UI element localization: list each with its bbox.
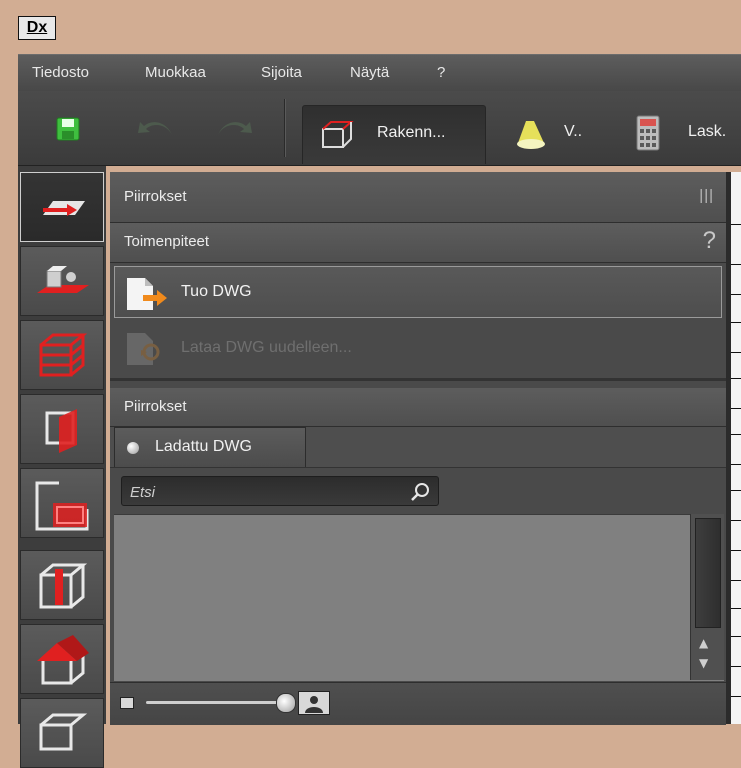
tab-ladattu-dwg[interactable]: Ladattu DWG	[114, 427, 306, 467]
tab-laskenta[interactable]: Lask.	[624, 105, 741, 163]
toolbar: Rakenn... V.. Lask.	[18, 91, 741, 166]
radio-dot-icon	[127, 442, 139, 454]
lamp-icon	[510, 117, 550, 151]
building-cube-icon	[319, 119, 355, 151]
panel-header: Piirrokset |||	[110, 172, 726, 223]
section-icon	[35, 481, 89, 531]
ruler-tick	[731, 636, 741, 637]
menu-nayta[interactable]: Näytä	[350, 55, 389, 91]
column-icon	[39, 563, 88, 609]
rail-floors-tool[interactable]	[20, 320, 104, 390]
search-icon[interactable]	[410, 482, 430, 502]
ruler-tick	[731, 464, 741, 465]
menu-bar: Tiedosto Muokkaa Sijoita Näytä ?	[18, 54, 741, 92]
rail-object-tool[interactable]	[20, 246, 104, 316]
list-scrollbar[interactable]: ▲ ▼	[690, 514, 724, 680]
ruler-tick	[731, 224, 741, 225]
tab-label: Lask.	[688, 123, 727, 140]
tab-label: V..	[564, 123, 583, 140]
rail-box-tool[interactable]	[20, 698, 104, 768]
app-icon[interactable]: Dx	[18, 16, 56, 40]
rail-drawing-tool[interactable]	[20, 172, 104, 242]
tab-label: Rakenn...	[377, 124, 446, 141]
undo-icon[interactable]	[136, 119, 176, 139]
zoom-slider-track[interactable]	[146, 701, 284, 704]
save-icon[interactable]	[56, 117, 80, 141]
rail-wall-tool[interactable]	[20, 394, 104, 464]
reload-file-icon	[127, 333, 160, 365]
tab-rakenne[interactable]: Rakenn...	[302, 105, 486, 164]
small-thumbnail-icon[interactable]	[120, 697, 134, 709]
large-thumbnail-icon[interactable]	[298, 691, 330, 715]
drawings-header: Piirrokset	[110, 388, 726, 427]
rail-roof-tool[interactable]	[20, 624, 104, 694]
canvas-edge	[731, 172, 741, 724]
roof-icon	[37, 635, 89, 685]
ruler-tick	[731, 520, 741, 521]
panel-title: Piirrokset	[124, 188, 187, 205]
rail-column-tool[interactable]	[20, 550, 104, 620]
redo-icon[interactable]	[214, 119, 254, 139]
ruler-tick	[731, 550, 741, 551]
drawings-tabbar: Ladattu DWG	[110, 427, 726, 468]
ruler-tick	[731, 608, 741, 609]
calculator-icon	[636, 115, 660, 151]
toolbar-separator	[284, 99, 286, 157]
zoom-slider-handle[interactable]	[276, 693, 296, 713]
panel-menu-grip[interactable]: |||	[699, 187, 714, 204]
box-icon	[39, 713, 88, 751]
import-dwg-button[interactable]: Tuo DWG	[114, 266, 722, 318]
ruler-tick	[731, 352, 741, 353]
plane-arrow-icon	[43, 201, 85, 216]
actions-title: Toimenpiteet	[124, 233, 210, 250]
menu-help[interactable]: ?	[437, 55, 445, 91]
menu-tiedosto[interactable]: Tiedosto	[32, 55, 89, 91]
ruler-tick	[731, 322, 741, 323]
floors-icon	[39, 333, 88, 377]
rail-section-tool[interactable]	[20, 468, 104, 538]
ruler-tick	[731, 264, 741, 265]
tool-rail	[18, 166, 106, 768]
ruler-tick	[731, 378, 741, 379]
ruler-tick	[731, 490, 741, 491]
search-box	[121, 476, 439, 506]
help-button[interactable]: ?	[703, 227, 716, 255]
import-dwg-label: Tuo DWG	[181, 283, 252, 300]
scroll-up-icon[interactable]: ▲	[699, 636, 708, 650]
scrollbar-track[interactable]	[695, 518, 721, 628]
ruler-tick	[731, 294, 741, 295]
ruler-tick	[731, 434, 741, 435]
divider	[110, 378, 726, 381]
actions-header: Toimenpiteet ?	[110, 223, 726, 263]
ruler-tick	[731, 408, 741, 409]
drawings-list[interactable]	[114, 514, 724, 681]
object-place-icon	[37, 266, 89, 293]
import-file-icon	[127, 278, 167, 310]
menu-muokkaa[interactable]: Muokkaa	[145, 55, 206, 91]
tab-valaistus[interactable]: V..	[504, 105, 604, 163]
ruler-tick	[731, 666, 741, 667]
wall-icon	[45, 409, 77, 453]
reload-dwg-label: Lataa DWG uudelleen...	[181, 339, 352, 356]
zoom-bar	[110, 682, 726, 725]
search-input[interactable]	[128, 480, 402, 504]
ruler-tick	[731, 580, 741, 581]
menu-sijoita[interactable]: Sijoita	[261, 55, 302, 91]
ruler-tick	[731, 696, 741, 697]
scroll-down-icon[interactable]: ▼	[699, 656, 708, 670]
reload-dwg-button[interactable]: Lataa DWG uudelleen...	[114, 322, 722, 374]
drawings-title: Piirrokset	[124, 398, 187, 415]
tab-ladattu-label: Ladattu DWG	[155, 438, 252, 455]
